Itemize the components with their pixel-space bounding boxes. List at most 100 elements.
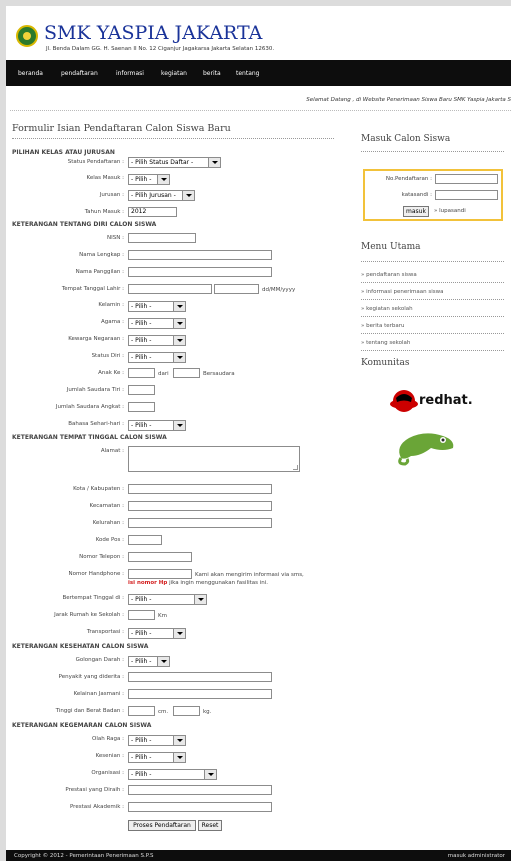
site-title[interactable]: SMK YASPIA JAKARTA — [44, 22, 262, 44]
hp-info-text-2: isi nomor Hp jika ingin menggunakan fasi… — [128, 580, 269, 586]
penyakit-input[interactable] — [128, 672, 272, 682]
label-nama-lengkap: Nama Lengkap : — [79, 252, 124, 258]
label-jasmani: Kelainan Jasmani : — [73, 691, 124, 697]
status-select[interactable]: - Pilih Status Daftar - — [128, 157, 221, 168]
jasmani-input[interactable] — [128, 689, 272, 699]
kelas-select[interactable]: - Pilih - — [128, 174, 170, 185]
section-kegemaran: KETERANGAN KEGEMARAN CALON SISWA — [12, 722, 152, 729]
menu-item-tentang[interactable]: » tentang sekolah — [361, 340, 410, 346]
nama-lengkap-input[interactable] — [128, 250, 272, 260]
menu-item-pendaftaran[interactable]: » pendaftaran siswa — [361, 272, 417, 278]
label-transportasi: Transportasi : — [86, 629, 124, 635]
hp-input[interactable] — [128, 569, 192, 579]
admin-login-link[interactable]: masuk administrator — [448, 853, 505, 859]
chevron-down-icon — [194, 595, 206, 604]
olahraga-select[interactable]: - Pilih - — [128, 735, 186, 746]
school-logo-icon — [16, 25, 38, 47]
tanggal-lahir-input[interactable] — [214, 284, 259, 294]
nisn-input[interactable] — [128, 233, 196, 243]
kelurahan-input[interactable] — [128, 518, 272, 528]
prestasi-akademik-input[interactable] — [128, 802, 272, 812]
telepon-input[interactable] — [128, 552, 192, 562]
bertempat-select[interactable]: - Pilih - — [128, 594, 207, 605]
kodepos-input[interactable] — [128, 535, 162, 545]
label-ttl: Tempat Tanggal Lahir : — [61, 286, 124, 292]
reset-button[interactable]: Reset — [198, 820, 222, 831]
tinggi-input[interactable] — [128, 706, 155, 716]
berat-input[interactable] — [173, 706, 200, 716]
copyright-text: Copyright © 2012 - Pemerintaan Penerimaa… — [14, 853, 154, 859]
redhat-logo[interactable]: redhat. — [389, 386, 473, 416]
label-hp: Nomor Handphone : — [68, 571, 124, 577]
darah-select[interactable]: - Pilih - — [128, 656, 170, 667]
form-title: Formulir Isian Pendaftaran Calon Siswa B… — [12, 123, 231, 134]
menu-item-informasi[interactable]: » informasi penerimaan siswa — [361, 289, 443, 295]
agama-select[interactable]: - Pilih - — [128, 318, 186, 329]
section-tinggal: KETERANGAN TEMPAT TINGGAL CALON SISWA — [12, 434, 167, 441]
katasandi-input[interactable] — [435, 190, 498, 200]
kelamin-select[interactable]: - Pilih - — [128, 301, 186, 312]
label-saudara-tiri: Jumlah Saudara Tiri : — [66, 387, 124, 393]
label-saudara-angkat: Jumlah Saudara Angkat : — [55, 404, 124, 410]
label-agama: Agama : — [101, 319, 124, 325]
jumlah-saudara-input[interactable] — [173, 368, 200, 378]
divider — [361, 333, 504, 334]
date-format-hint: dd/MM/yyyy — [262, 287, 296, 293]
login-title: Masuk Calon Siswa — [361, 134, 451, 144]
kota-input[interactable] — [128, 484, 272, 494]
tempat-lahir-input[interactable] — [128, 284, 212, 294]
label-tinggi-berat: Tinggi dan Berat Badan : — [55, 708, 124, 714]
jarak-input[interactable] — [128, 610, 155, 620]
chevron-down-icon — [208, 158, 220, 167]
label-anak-ke: Anak Ke : — [98, 370, 124, 376]
nav-informasi[interactable]: informasi — [116, 70, 144, 77]
saudara-angkat-input[interactable] — [128, 402, 155, 412]
masuk-button[interactable]: masuk — [403, 206, 429, 217]
divider — [361, 316, 504, 317]
chevron-down-icon — [173, 736, 185, 745]
cm-unit: cm. — [158, 709, 169, 715]
section-kelas: PILIHAN KELAS ATAU JURUSAN — [12, 149, 115, 156]
nama-panggilan-input[interactable] — [128, 267, 272, 277]
status-diri-select[interactable]: - Pilih - — [128, 352, 186, 363]
nav-kegiatan[interactable]: kegiatan — [161, 70, 187, 77]
label-kecamatan: Kecamatan : — [89, 503, 124, 509]
transportasi-select[interactable]: - Pilih - — [128, 628, 186, 639]
kecamatan-input[interactable] — [128, 501, 272, 511]
kg-unit: kg. — [203, 709, 212, 715]
kesenian-select[interactable]: - Pilih - — [128, 752, 186, 763]
tahun-input[interactable]: 2012 — [128, 207, 177, 217]
prestasi-diraih-input[interactable] — [128, 785, 272, 795]
chevron-down-icon — [173, 336, 185, 345]
nav-berita[interactable]: berita — [203, 70, 221, 77]
menu-item-kegiatan[interactable]: » kegiatan sekolah — [361, 306, 413, 312]
jurusan-select[interactable]: - Pilih Jurusan - — [128, 190, 195, 201]
no-pendaftaran-input[interactable] — [435, 174, 498, 184]
saudara-tiri-input[interactable] — [128, 385, 155, 395]
submit-button[interactable]: Proses Pendaftaran — [128, 820, 196, 831]
organisasi-select[interactable]: - Pilih - — [128, 769, 217, 780]
label-no-pendaftaran: No.Pendaftaran : — [385, 176, 432, 182]
anak-ke-input[interactable] — [128, 368, 155, 378]
header: SMK YASPIA JAKARTA Jl. Benda Dalam GG. H… — [6, 6, 511, 60]
nav-tentang[interactable]: tentang — [236, 70, 260, 77]
lupasandi-link[interactable]: » lupasandi — [434, 208, 466, 214]
warga-select[interactable]: - Pilih - — [128, 335, 186, 346]
chevron-down-icon — [173, 629, 185, 638]
nav-pendaftaran[interactable]: pendaftaran — [61, 70, 98, 77]
menu-item-berita[interactable]: » berita terbaru — [361, 323, 404, 329]
divider — [12, 138, 334, 139]
opensuse-logo[interactable] — [391, 426, 459, 466]
km-unit: Km — [158, 613, 167, 619]
chevron-down-icon — [173, 421, 185, 430]
label-status: Status Pendaftaran : — [67, 159, 124, 165]
bersaudara-text: Bersaudara — [203, 371, 235, 377]
alamat-textarea[interactable] — [128, 446, 300, 472]
bahasa-select[interactable]: - Pilih - — [128, 420, 186, 431]
label-kodepos: Kode Pos : — [95, 537, 124, 543]
label-telepon: Nomor Telepon : — [79, 554, 124, 560]
label-kota: Kota / Kabupaten : — [73, 486, 124, 492]
menu-title: Menu Utama — [361, 242, 421, 252]
nav-beranda[interactable]: beranda — [18, 70, 43, 77]
section-diri: KETERANGAN TENTANG DIRI CALON SISWA — [12, 221, 157, 228]
